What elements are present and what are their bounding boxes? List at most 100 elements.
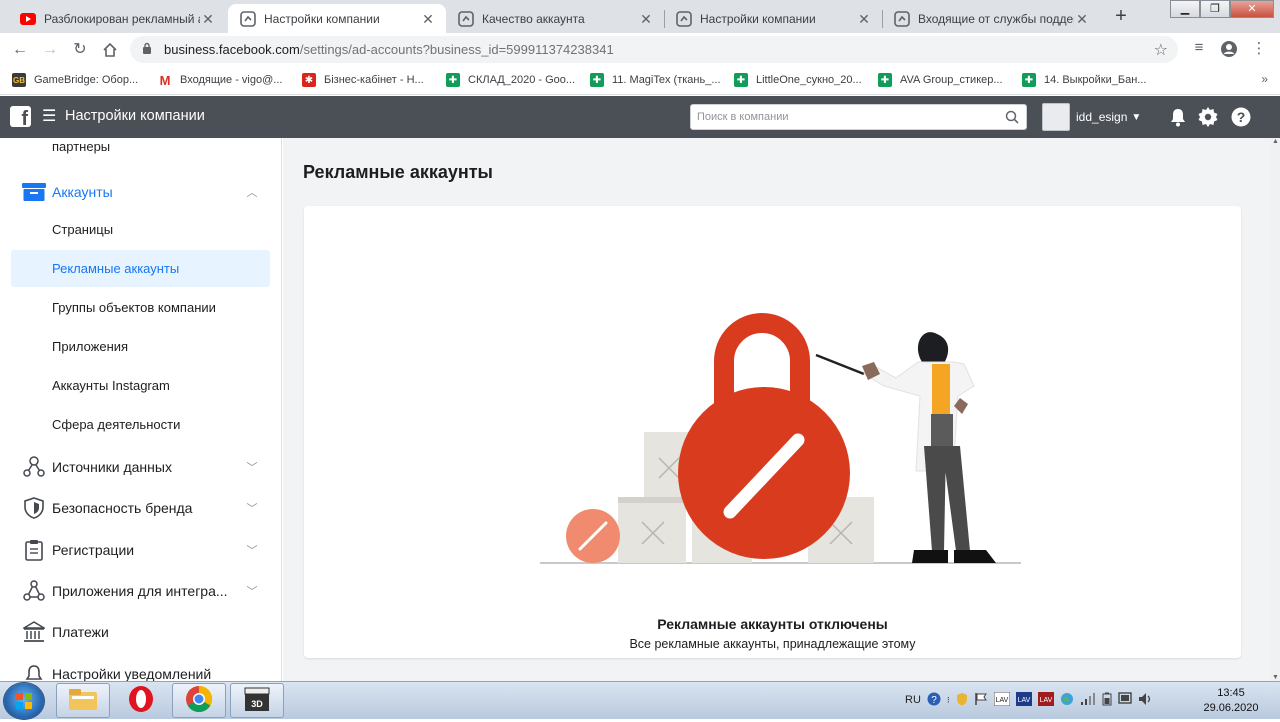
bookmark-item[interactable]: ✚ AVA Group_стикер... xyxy=(878,71,1003,89)
scroll-down-icon[interactable]: ▼ xyxy=(1271,674,1280,681)
close-tab-icon[interactable]: ✕ xyxy=(856,11,872,27)
new-tab-button[interactable]: + xyxy=(1110,5,1132,27)
windows-taskbar: 3D RU ? ⁝ LAV LAV LAV 13:45 29.06.2020 xyxy=(0,681,1280,719)
chevron-down-icon[interactable]: ﹀ xyxy=(242,583,262,599)
sidebar-subitem-pages[interactable]: Страницы xyxy=(11,211,270,248)
close-tab-icon[interactable]: ✕ xyxy=(638,11,654,27)
header-title: Настройки компании xyxy=(65,108,205,124)
language-indicator[interactable]: RU xyxy=(905,694,921,706)
back-icon[interactable]: ← xyxy=(8,38,32,62)
locked-accounts-illustration xyxy=(540,313,1021,564)
sheets-icon: ✚ xyxy=(446,73,460,87)
tray-expand-icon[interactable]: ⁝ xyxy=(947,695,950,706)
sidebar-subitem-instagram[interactable]: Аккаунты Instagram xyxy=(11,367,270,404)
browser-tab-3[interactable]: Качество аккаунта ✕ xyxy=(446,4,664,33)
hamburger-menu-icon[interactable]: ☰ xyxy=(42,106,56,126)
bookmark-item[interactable]: GB GameBridge: Обор... xyxy=(12,71,138,89)
close-tab-icon[interactable]: ✕ xyxy=(200,11,216,27)
folder-icon xyxy=(68,687,98,714)
svg-text:LAV: LAV xyxy=(1017,697,1030,704)
globe-tray-icon[interactable] xyxy=(1060,692,1074,709)
sidebar-item-notifications[interactable]: Настройки уведомлений xyxy=(11,655,270,681)
lav-tray-icon[interactable]: LAV xyxy=(1037,691,1054,709)
sidebar-item-integrations[interactable]: Приложения для интегра... ﹀ xyxy=(11,572,270,609)
close-tab-icon[interactable]: ✕ xyxy=(1074,11,1090,27)
address-bar[interactable]: business.facebook.com/settings/ad-accoun… xyxy=(130,36,1178,63)
chevron-down-icon[interactable]: ﹀ xyxy=(242,459,262,475)
sidebar-item-label: Группы объектов компании xyxy=(52,300,216,315)
gamebridge-icon: GB xyxy=(12,73,26,87)
shield-tray-icon[interactable] xyxy=(956,692,968,709)
taskbar-clock[interactable]: 13:45 29.06.2020 xyxy=(1198,686,1264,716)
home-icon[interactable] xyxy=(98,38,122,62)
bookmark-label: Входящие - vigo@... xyxy=(180,74,283,86)
user-menu[interactable]: idd_esign ▼ xyxy=(1042,103,1141,131)
monitor-tray-icon[interactable] xyxy=(1118,691,1132,709)
scroll-up-icon[interactable]: ▲ xyxy=(1271,138,1280,145)
bookmark-item[interactable]: ✚ СКЛАД_2020 - Goo... xyxy=(446,71,575,89)
bookmark-item[interactable]: ✚ 11. MagiTex (ткань_... xyxy=(590,71,721,89)
browser-tab-4[interactable]: Настройки компании ✕ xyxy=(664,4,882,33)
reload-icon[interactable]: ↻ xyxy=(68,38,92,62)
restore-button[interactable]: ❐ xyxy=(1200,0,1230,18)
bookmark-item[interactable]: ✚ LittleOne_сукно_20... xyxy=(734,71,862,89)
volume-tray-icon[interactable] xyxy=(1138,692,1152,709)
chevron-down-icon[interactable]: ﹀ xyxy=(242,500,262,516)
windows-start-button[interactable] xyxy=(4,683,44,719)
taskbar-video-editor[interactable]: 3D xyxy=(230,683,284,718)
chrome-icon xyxy=(185,685,213,716)
sidebar-item-registrations[interactable]: Регистрации ﹀ xyxy=(11,531,270,568)
notifications-bell-icon[interactable] xyxy=(1167,106,1189,128)
bookmark-star-icon[interactable]: ☆ xyxy=(1154,40,1168,60)
gear-icon[interactable] xyxy=(1197,106,1219,128)
close-window-button[interactable]: ✕ xyxy=(1230,0,1274,18)
tab-title: Настройки компании xyxy=(700,11,816,26)
chrome-menu-icon[interactable]: ⋮ xyxy=(1248,39,1270,61)
bookmark-label: 14. Выкройки_Бан... xyxy=(1044,74,1147,86)
chevron-down-icon[interactable]: ﹀ xyxy=(242,542,262,558)
avatar xyxy=(1042,103,1070,131)
sheets-icon: ✚ xyxy=(734,73,748,87)
bookmark-item[interactable]: M Входящие - vigo@... xyxy=(158,71,282,89)
sidebar-subitem-line-of-business[interactable]: Сфера деятельности xyxy=(11,406,270,443)
lav-tray-icon[interactable]: LAV xyxy=(1015,691,1032,709)
help-tray-icon[interactable]: ? xyxy=(927,692,941,709)
svg-text:3D: 3D xyxy=(251,699,263,709)
page-scrollbar[interactable]: ▲ ▼ xyxy=(1271,138,1280,681)
close-tab-icon[interactable]: ✕ xyxy=(420,11,436,27)
sidebar-item-partners[interactable]: партнеры xyxy=(11,138,270,159)
company-search-input[interactable] xyxy=(691,105,991,129)
sidebar-subitem-ad-accounts[interactable]: Рекламные аккаунты xyxy=(11,250,270,287)
taskbar-opera[interactable] xyxy=(114,683,168,718)
more-bookmarks-icon[interactable]: » xyxy=(1261,72,1268,86)
sidebar-item-label: Приложения xyxy=(52,339,129,354)
bookmark-item[interactable]: ✱ Бізнес-кабінет - Н... xyxy=(302,71,424,89)
facebook-logo-icon[interactable]: f xyxy=(10,106,31,127)
help-icon[interactable]: ? xyxy=(1230,106,1252,128)
taskbar-chrome[interactable] xyxy=(172,683,226,718)
minimize-button[interactable]: ▁ xyxy=(1170,0,1200,18)
window-controls: ▁ ❐ ✕ xyxy=(1170,0,1274,18)
sidebar-item-brand-safety[interactable]: Безопасность бренда ﹀ xyxy=(11,489,270,526)
sidebar-item-accounts[interactable]: Аккаунты ︿ xyxy=(11,173,270,210)
browser-tab-2[interactable]: Настройки компании ✕ xyxy=(228,4,446,33)
bookmark-item[interactable]: ✚ 14. Выкройки_Бан... xyxy=(1022,71,1146,89)
sidebar-subitem-apps[interactable]: Приложения xyxy=(11,328,270,365)
sidebar-subitem-asset-groups[interactable]: Группы объектов компании xyxy=(11,289,270,326)
signal-tray-icon[interactable] xyxy=(1080,692,1096,709)
sidebar-item-data-sources[interactable]: Источники данных ﹀ xyxy=(11,448,270,485)
forward-icon[interactable]: → xyxy=(38,38,62,62)
flag-tray-icon[interactable] xyxy=(974,692,988,709)
opera-icon xyxy=(127,685,155,716)
media-control-icon[interactable]: ≡ xyxy=(1188,39,1210,61)
lav-tray-icon[interactable]: LAV xyxy=(993,691,1011,709)
browser-tab-1[interactable]: Разблокирован рекламный акк ✕ xyxy=(8,4,226,33)
browser-tab-5[interactable]: Входящие от службы поддерж ✕ xyxy=(882,4,1100,33)
search-icon[interactable] xyxy=(1005,110,1019,127)
battery-tray-icon[interactable] xyxy=(1102,692,1112,709)
profile-icon[interactable] xyxy=(1218,39,1240,61)
sidebar-item-payments[interactable]: Платежи xyxy=(11,613,270,650)
taskbar-explorer[interactable] xyxy=(56,683,110,718)
sidebar-item-label: Сфера деятельности xyxy=(52,417,181,432)
chevron-up-icon[interactable]: ︿ xyxy=(242,184,262,200)
